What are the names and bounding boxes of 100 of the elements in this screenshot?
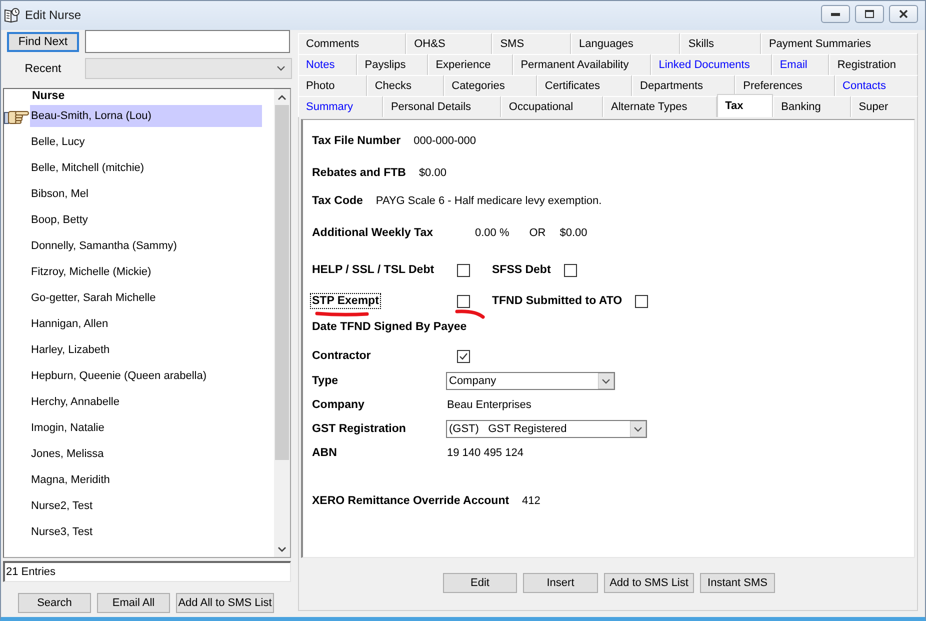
list-item[interactable]: Go-getter, Sarah Michelle — [30, 287, 262, 309]
percent-value: 0.00 % — [475, 227, 510, 239]
tab[interactable]: Summary — [298, 96, 383, 117]
field-label: Additional Weekly Tax — [311, 226, 434, 240]
tab[interactable]: Permanent Availability — [512, 54, 651, 75]
tab[interactable]: Alternate Types — [603, 96, 718, 117]
tab[interactable]: Categories — [444, 75, 537, 96]
list-item[interactable]: Hepburn, Queenie (Queen arabella) — [30, 365, 262, 387]
tab[interactable]: Preferences — [735, 75, 835, 96]
field-label: XERO Remittance Override Account — [311, 494, 510, 508]
field-value: $0.00 — [418, 167, 446, 179]
checkbox-label: SFSS Debt — [491, 263, 552, 277]
search-field[interactable] — [85, 30, 290, 53]
book-icon — [4, 7, 20, 23]
tab[interactable]: Notes — [298, 54, 357, 75]
field-label: GST Registration — [311, 422, 407, 436]
field-value: 19 140 495 124 — [447, 447, 524, 459]
checkbox[interactable] — [457, 294, 470, 308]
tab[interactable]: Departments — [632, 75, 736, 96]
list-item[interactable]: Nurse2, Test — [30, 495, 262, 517]
dropdown[interactable]: Company — [446, 372, 615, 390]
minimize-button[interactable] — [821, 5, 850, 23]
maximize-icon — [865, 10, 874, 18]
tab[interactable]: Experience — [428, 54, 513, 75]
checkbox[interactable] — [564, 264, 577, 276]
list-item[interactable]: Harley, Lizabeth — [30, 339, 262, 361]
list-item[interactable]: Donnelly, Samantha (Sammy) — [30, 235, 262, 257]
scrollbar-thumb[interactable] — [275, 105, 289, 460]
checkbox-label: HELP / SSL / TSL Debt — [311, 263, 436, 277]
checkbox-label: STP Exempt — [311, 294, 380, 308]
list-item[interactable]: Imogin, Natalie — [30, 417, 262, 439]
list-item[interactable]: Hannigan, Allen — [30, 313, 262, 335]
annotation-stroke — [315, 311, 369, 317]
tab[interactable]: Languages — [570, 33, 680, 54]
field-value: 000-000-000 — [414, 135, 476, 147]
close-icon — [899, 10, 908, 18]
window-title: Edit Nurse — [25, 8, 82, 23]
action-button[interactable]: Add All to SMS List — [176, 593, 274, 613]
tab[interactable]: Linked Documents — [650, 54, 772, 75]
tab[interactable]: Certificates — [536, 75, 632, 96]
checkbox[interactable] — [457, 264, 470, 276]
tab[interactable]: Banking — [773, 96, 851, 117]
field-label: Rebates and FTB — [311, 166, 407, 180]
field-label: Date TFND Signed By Payee — [311, 320, 468, 334]
column-header: Nurse — [32, 90, 65, 103]
field-label: ABN — [311, 446, 338, 460]
chevron-down-icon — [278, 546, 286, 552]
tab[interactable]: Tax — [717, 94, 774, 117]
tab[interactable]: Personal Details — [382, 96, 501, 117]
list-item[interactable]: Jones, Melissa — [30, 443, 262, 465]
action-button[interactable]: Insert — [523, 573, 598, 593]
action-button[interactable]: Search — [18, 593, 91, 613]
checkbox-label: TFND Submitted to ATO — [491, 294, 624, 308]
minimize-icon — [831, 12, 840, 16]
action-button[interactable]: Edit — [443, 573, 517, 593]
field-value: 412 — [522, 495, 540, 507]
dropdown[interactable]: (GST) GST Registered — [446, 420, 647, 438]
action-button[interactable]: Email All — [97, 593, 170, 613]
tab[interactable]: OH&S — [406, 33, 492, 54]
action-button[interactable]: Add to SMS List — [604, 573, 694, 593]
action-button[interactable]: Instant SMS — [700, 573, 775, 593]
checkbox[interactable] — [635, 294, 648, 308]
tab[interactable]: Super — [850, 96, 918, 117]
tab[interactable]: Occupational — [500, 96, 603, 117]
tab[interactable]: Checks — [366, 75, 444, 96]
checkbox-label: Contractor — [311, 349, 372, 363]
field-label: Type — [311, 374, 339, 388]
list-item[interactable]: Belle, Mitchell (mitchie) — [30, 157, 262, 179]
tab[interactable]: Email — [772, 54, 830, 75]
tab[interactable]: Registration — [829, 54, 918, 75]
field-label: Company — [311, 398, 366, 412]
tab[interactable]: Payment Summaries — [760, 33, 918, 54]
list-item[interactable]: Magna, Meridith — [30, 469, 262, 491]
tab[interactable]: Photo — [298, 75, 367, 96]
list-item[interactable]: Fitzroy, Michelle (Mickie) — [30, 261, 262, 283]
amount-value: $0.00 — [560, 227, 588, 239]
caret-icon — [277, 66, 285, 71]
field-label: Tax File Number — [311, 134, 402, 148]
entry-count-field: 21 Entries — [3, 561, 291, 582]
tab[interactable]: Payslips — [356, 54, 428, 75]
list-item[interactable]: Belle, Lucy — [30, 131, 262, 153]
maximize-button[interactable] — [855, 5, 884, 23]
chevron-up-icon — [278, 94, 286, 100]
close-button[interactable] — [889, 5, 918, 23]
list-item[interactable]: Beau-Smith, Lorna (Lou) — [30, 105, 262, 127]
list-item[interactable]: Herchy, Annabelle — [30, 391, 262, 413]
tab[interactable]: SMS — [492, 33, 571, 54]
annotation-stroke — [455, 309, 485, 319]
tab[interactable]: Skills — [680, 33, 761, 54]
list-item[interactable]: Boop, Betty — [30, 209, 262, 231]
tab[interactable]: Contacts — [834, 75, 918, 96]
list-item[interactable]: Nurse3, Test — [30, 521, 262, 543]
recent-label: Recent — [24, 62, 62, 74]
or-text: OR — [529, 227, 546, 239]
find-next-button[interactable]: Find Next — [7, 32, 79, 52]
field-value: Beau Enterprises — [447, 399, 532, 411]
checkbox[interactable] — [457, 350, 470, 362]
list-item[interactable]: Bibson, Mel — [30, 183, 262, 205]
tab[interactable]: Comments — [298, 33, 406, 54]
caret-icon — [598, 373, 614, 389]
